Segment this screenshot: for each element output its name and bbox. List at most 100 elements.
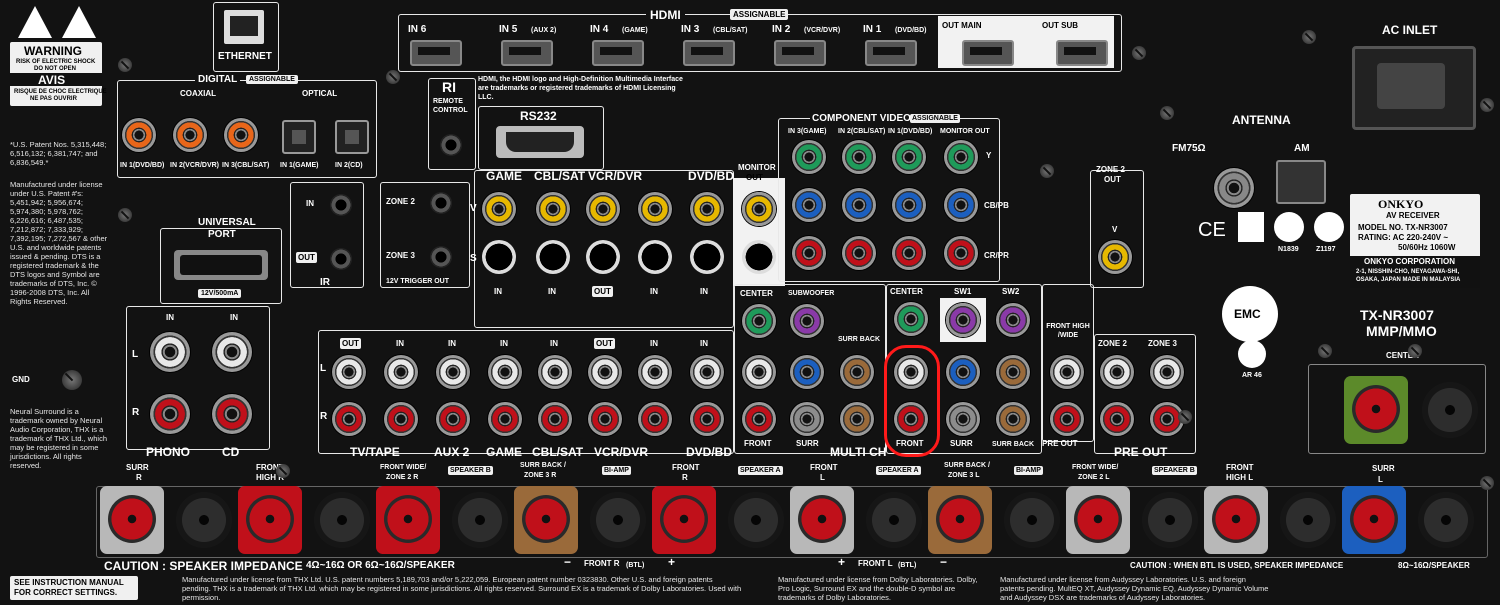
spk-fhigh-r-pos[interactable]: [238, 486, 302, 554]
ir-in-jack[interactable]: [330, 194, 352, 216]
multich-surr-r[interactable]: [790, 402, 824, 436]
ethernet-port[interactable]: [224, 10, 264, 44]
spk-fhigh-r-neg[interactable]: [314, 492, 370, 548]
optical-in2-port[interactable]: [335, 120, 369, 154]
hdmi-in3-port[interactable]: [683, 40, 735, 66]
spk-fwide-l-pos[interactable]: [1066, 486, 1130, 554]
spk-front-r-neg[interactable]: [728, 492, 784, 548]
coax-in3-jack[interactable]: [224, 118, 258, 152]
preout-sw2-jack[interactable]: [996, 303, 1030, 337]
spk-fhigh-l-pos[interactable]: [1204, 486, 1268, 554]
spk-surr-r-pos[interactable]: [100, 486, 164, 554]
preout-surr-r[interactable]: [946, 402, 980, 436]
ir-out-jack[interactable]: [330, 248, 352, 270]
vcrdvr-out-l[interactable]: [588, 355, 622, 389]
spk-surr-r-neg[interactable]: [176, 492, 232, 548]
component-in2-y[interactable]: [842, 140, 876, 174]
preout-surrback-r[interactable]: [996, 402, 1030, 436]
aux2-in-l[interactable]: [436, 355, 470, 389]
spk-front-r-pos[interactable]: [652, 486, 716, 554]
preout-surrback-l[interactable]: [996, 355, 1030, 389]
game-in-l[interactable]: [488, 355, 522, 389]
spk-front-l-pos[interactable]: [790, 486, 854, 554]
spk-sback-r-neg[interactable]: [590, 492, 646, 548]
multich-center-jack[interactable]: [742, 304, 776, 338]
cblsat-in-l[interactable]: [538, 355, 572, 389]
component-in3-pr[interactable]: [792, 236, 826, 270]
multich-front-l[interactable]: [742, 355, 776, 389]
video-vcrdvr-out-composite[interactable]: [638, 192, 672, 226]
zone2-out-composite[interactable]: [1098, 240, 1132, 274]
dvdbd-in-l[interactable]: [690, 355, 724, 389]
spk-sback-r-pos[interactable]: [514, 486, 578, 554]
zone2-preout-r[interactable]: [1100, 402, 1134, 436]
ac-inlet-socket[interactable]: [1352, 46, 1476, 130]
multich-surr-l[interactable]: [790, 355, 824, 389]
tvtape-out-r[interactable]: [332, 402, 366, 436]
hdmi-in6-port[interactable]: [410, 40, 462, 66]
component-in2-pr[interactable]: [842, 236, 876, 270]
hdmi-in2-port[interactable]: [774, 40, 826, 66]
vcrdvr-in-r[interactable]: [638, 402, 672, 436]
zone3-preout-l[interactable]: [1150, 355, 1184, 389]
tvtape-out-l[interactable]: [332, 355, 366, 389]
antenna-fm-jack[interactable]: [1214, 168, 1254, 208]
ri-jack[interactable]: [440, 134, 462, 156]
spk-fwide-l-neg[interactable]: [1142, 492, 1198, 548]
cblsat-in-r[interactable]: [538, 402, 572, 436]
tvtape-in-l[interactable]: [384, 355, 418, 389]
multich-surrback-l[interactable]: [840, 355, 874, 389]
phono-l-jack[interactable]: [150, 332, 190, 372]
video-cblsat-svideo[interactable]: [536, 240, 570, 274]
universal-port-connector[interactable]: [174, 250, 268, 280]
center-speaker-pos[interactable]: [1344, 376, 1408, 444]
aux2-in-r[interactable]: [436, 402, 470, 436]
rs232-port[interactable]: [496, 126, 584, 158]
preout-sw1-jack[interactable]: [946, 303, 980, 337]
preout-surr-l[interactable]: [946, 355, 980, 389]
video-vcrdvr-in-composite[interactable]: [586, 192, 620, 226]
game-in-r[interactable]: [488, 402, 522, 436]
phono-r-jack[interactable]: [150, 394, 190, 434]
vcrdvr-in-l[interactable]: [638, 355, 672, 389]
spk-fhigh-l-neg[interactable]: [1280, 492, 1336, 548]
hdmi-in5-port[interactable]: [501, 40, 553, 66]
coax-in1-jack[interactable]: [122, 118, 156, 152]
video-dvdbd-svideo[interactable]: [690, 240, 724, 274]
tvtape-in-r[interactable]: [384, 402, 418, 436]
front-high-r[interactable]: [1050, 402, 1084, 436]
spk-surr-l-neg[interactable]: [1418, 492, 1474, 548]
video-game-composite[interactable]: [482, 192, 516, 226]
multich-surrback-r[interactable]: [840, 402, 874, 436]
multich-subwoofer-jack[interactable]: [790, 304, 824, 338]
video-vcrdvr-in-svideo[interactable]: [586, 240, 620, 274]
video-game-svideo[interactable]: [482, 240, 516, 274]
component-monitor-y[interactable]: [944, 140, 978, 174]
spk-fwide-r-neg[interactable]: [452, 492, 508, 548]
antenna-am-terminal[interactable]: [1276, 160, 1326, 204]
component-in1-pb[interactable]: [892, 188, 926, 222]
monitor-out-svideo[interactable]: [742, 240, 776, 274]
spk-sback-l-pos[interactable]: [928, 486, 992, 554]
center-speaker-neg[interactable]: [1422, 382, 1478, 438]
zone2-preout-l[interactable]: [1100, 355, 1134, 389]
hdmi-in1-port[interactable]: [865, 40, 917, 66]
spk-surr-l-pos[interactable]: [1342, 486, 1406, 554]
component-in1-pr[interactable]: [892, 236, 926, 270]
spk-front-l-neg[interactable]: [866, 492, 922, 548]
gnd-terminal[interactable]: [62, 370, 82, 390]
component-in3-pb[interactable]: [792, 188, 826, 222]
hdmi-out-main-port[interactable]: [962, 40, 1014, 66]
coax-in2-jack[interactable]: [173, 118, 207, 152]
component-in2-pb[interactable]: [842, 188, 876, 222]
component-monitor-pr[interactable]: [944, 236, 978, 270]
cd-r-jack[interactable]: [212, 394, 252, 434]
component-monitor-pb[interactable]: [944, 188, 978, 222]
hdmi-out-sub-port[interactable]: [1056, 40, 1108, 66]
component-in1-y[interactable]: [892, 140, 926, 174]
video-vcrdvr-out-svideo[interactable]: [638, 240, 672, 274]
trigger-zone2-jack[interactable]: [430, 192, 452, 214]
component-in3-y[interactable]: [792, 140, 826, 174]
optical-in1-port[interactable]: [282, 120, 316, 154]
spk-fwide-r-pos[interactable]: [376, 486, 440, 554]
